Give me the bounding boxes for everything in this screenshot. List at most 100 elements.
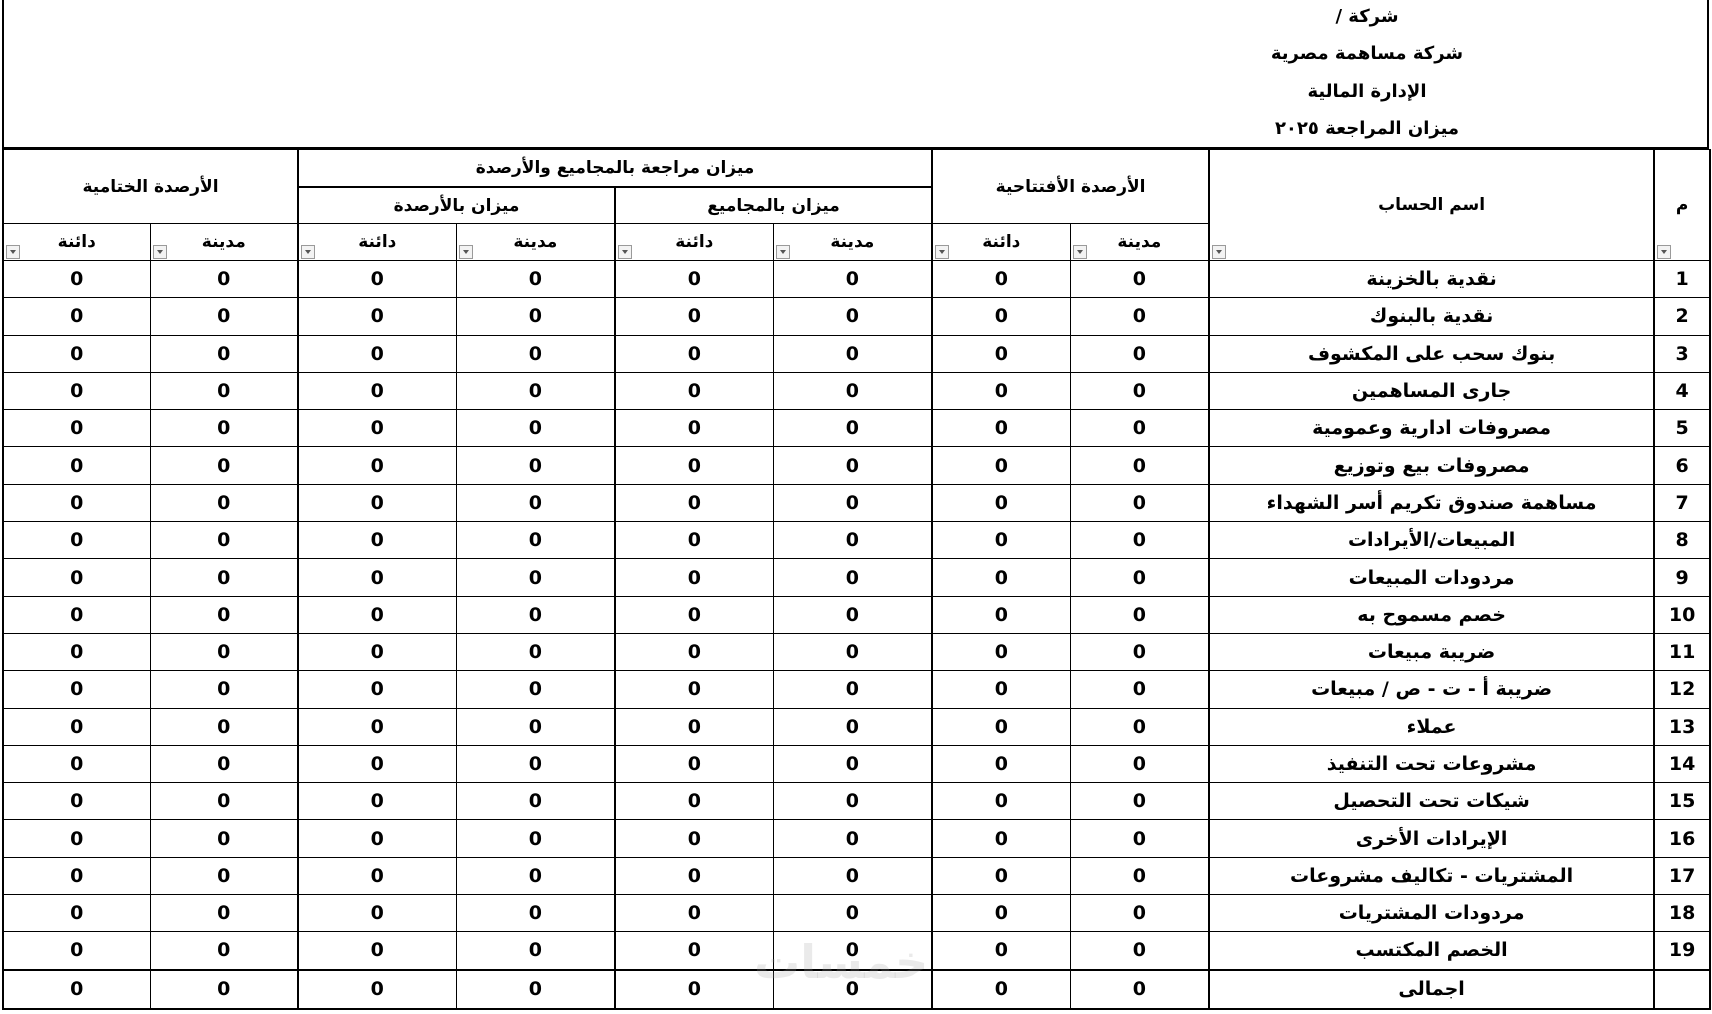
closing-credit-cell[interactable]: 0: [1, 856, 151, 896]
totals-debit-cell[interactable]: 0: [772, 297, 933, 336]
opening-debit-cell[interactable]: 0: [1069, 670, 1210, 709]
balances-credit-cell[interactable]: 0: [297, 782, 457, 821]
balances-credit-cell[interactable]: 0: [297, 259, 457, 299]
balances-credit-cell[interactable]: 0: [297, 931, 457, 971]
account-name-cell[interactable]: مصروفات بيع وتوزيع: [1208, 446, 1656, 485]
balances-debit-cell[interactable]: 0: [455, 446, 616, 485]
balances-debit-cell[interactable]: 0: [455, 819, 616, 858]
opening-credit-cell[interactable]: 0: [931, 931, 1071, 971]
totals-credit-cell[interactable]: 0: [614, 371, 774, 411]
closing-debit-cell[interactable]: 0: [149, 782, 299, 821]
closing-debit-cell[interactable]: 0: [149, 558, 299, 597]
balances-debit-cell[interactable]: 0: [455, 334, 616, 373]
closing-credit-cell[interactable]: 0: [1, 595, 151, 634]
total-label-cell[interactable]: اجمالى: [1208, 968, 1656, 1010]
row-index-cell[interactable]: 17: [1653, 856, 1712, 896]
filter-dropdown-button[interactable]: [6, 245, 20, 259]
opening-debit-cell[interactable]: 0: [1069, 632, 1210, 672]
closing-credit-cell[interactable]: 0: [1, 483, 151, 523]
account-name-cell[interactable]: مردودات المبيعات: [1208, 558, 1656, 597]
opening-debit-cell[interactable]: 0: [1069, 371, 1210, 411]
filter-dropdown-button[interactable]: [1212, 245, 1227, 259]
account-name-cell[interactable]: مصروفات ادارية وعمومية: [1208, 409, 1656, 448]
totals-credit-cell[interactable]: 0: [614, 446, 774, 485]
totals-debit-cell[interactable]: 0: [772, 483, 933, 523]
row-index-cell[interactable]: 19: [1653, 931, 1712, 971]
closing-debit-cell[interactable]: 0: [149, 521, 299, 560]
opening-debit-cell[interactable]: 0: [1069, 558, 1210, 597]
total-totals-credit-cell[interactable]: 0: [614, 968, 774, 1010]
opening-debit-cell[interactable]: 0: [1069, 483, 1210, 523]
opening-credit-cell[interactable]: 0: [931, 409, 1071, 448]
totals-debit-cell[interactable]: 0: [772, 670, 933, 709]
balances-credit-cell[interactable]: 0: [297, 707, 457, 746]
totals-debit-cell[interactable]: 0: [772, 558, 933, 597]
opening-credit-cell[interactable]: 0: [931, 446, 1071, 485]
opening-debit-cell[interactable]: 0: [1069, 446, 1210, 485]
filter-dropdown-button[interactable]: [618, 245, 633, 259]
row-index-cell[interactable]: 11: [1653, 632, 1712, 672]
row-index-cell[interactable]: 5: [1653, 409, 1712, 448]
opening-credit-cell[interactable]: 0: [931, 371, 1071, 411]
opening-credit-cell[interactable]: 0: [931, 856, 1071, 896]
balances-credit-cell[interactable]: 0: [297, 297, 457, 336]
balances-credit-cell[interactable]: 0: [297, 632, 457, 672]
balances-credit-cell[interactable]: 0: [297, 595, 457, 634]
balances-debit-cell[interactable]: 0: [455, 856, 616, 896]
row-index-cell[interactable]: 12: [1653, 670, 1712, 709]
closing-debit-cell[interactable]: 0: [149, 894, 299, 933]
total-opening-debit-cell[interactable]: 0: [1069, 968, 1210, 1010]
balances-debit-cell[interactable]: 0: [455, 782, 616, 821]
totals-credit-cell[interactable]: 0: [614, 409, 774, 448]
opening-credit-cell[interactable]: 0: [931, 259, 1071, 299]
total-totals-debit-cell[interactable]: 0: [772, 968, 933, 1010]
balances-debit-cell[interactable]: 0: [455, 483, 616, 523]
account-name-cell[interactable]: شيكات تحت التحصيل: [1208, 782, 1656, 821]
account-name-cell[interactable]: نقدية بالخزينة: [1208, 259, 1656, 299]
closing-credit-cell[interactable]: 0: [1, 521, 151, 560]
opening-debit-cell[interactable]: 0: [1069, 856, 1210, 896]
filter-dropdown-button[interactable]: [1072, 245, 1087, 259]
closing-debit-cell[interactable]: 0: [149, 819, 299, 858]
totals-debit-cell[interactable]: 0: [772, 446, 933, 485]
totals-debit-cell[interactable]: 0: [772, 334, 933, 373]
total-index-cell[interactable]: [1653, 968, 1712, 1010]
filter-dropdown-button[interactable]: [1657, 245, 1672, 259]
totals-credit-cell[interactable]: 0: [614, 558, 774, 597]
totals-credit-cell[interactable]: 0: [614, 894, 774, 933]
totals-debit-cell[interactable]: 0: [772, 744, 933, 784]
closing-credit-cell[interactable]: 0: [1, 894, 151, 933]
opening-credit-cell[interactable]: 0: [931, 558, 1071, 597]
totals-debit-cell[interactable]: 0: [772, 931, 933, 971]
row-index-cell[interactable]: 13: [1653, 707, 1712, 746]
totals-credit-cell[interactable]: 0: [614, 782, 774, 821]
closing-debit-cell[interactable]: 0: [149, 632, 299, 672]
account-name-cell[interactable]: عملاء: [1208, 707, 1656, 746]
account-name-cell[interactable]: ضريبة أ - ت - ص / مبيعات: [1208, 670, 1656, 709]
opening-credit-cell[interactable]: 0: [931, 632, 1071, 672]
totals-credit-cell[interactable]: 0: [614, 856, 774, 896]
account-name-cell[interactable]: بنوك سحب على المكشوف: [1208, 334, 1656, 373]
balances-credit-cell[interactable]: 0: [297, 744, 457, 784]
closing-credit-cell[interactable]: 0: [1, 744, 151, 784]
closing-credit-cell[interactable]: 0: [1, 334, 151, 373]
account-name-cell[interactable]: خصم مسموح به: [1208, 595, 1656, 634]
closing-debit-cell[interactable]: 0: [149, 707, 299, 746]
closing-debit-cell[interactable]: 0: [149, 446, 299, 485]
row-index-cell[interactable]: 2: [1653, 297, 1712, 336]
opening-debit-cell[interactable]: 0: [1069, 744, 1210, 784]
totals-credit-cell[interactable]: 0: [614, 334, 774, 373]
opening-debit-cell[interactable]: 0: [1069, 595, 1210, 634]
closing-debit-cell[interactable]: 0: [149, 483, 299, 523]
row-index-cell[interactable]: 10: [1653, 595, 1712, 634]
balances-debit-cell[interactable]: 0: [455, 670, 616, 709]
opening-debit-cell[interactable]: 0: [1069, 782, 1210, 821]
opening-credit-cell[interactable]: 0: [931, 707, 1071, 746]
closing-debit-cell[interactable]: 0: [149, 334, 299, 373]
balances-credit-cell[interactable]: 0: [297, 856, 457, 896]
closing-credit-cell[interactable]: 0: [1, 819, 151, 858]
totals-debit-cell[interactable]: 0: [772, 371, 933, 411]
closing-debit-cell[interactable]: 0: [149, 931, 299, 971]
balances-credit-cell[interactable]: 0: [297, 483, 457, 523]
row-index-cell[interactable]: 6: [1653, 446, 1712, 485]
